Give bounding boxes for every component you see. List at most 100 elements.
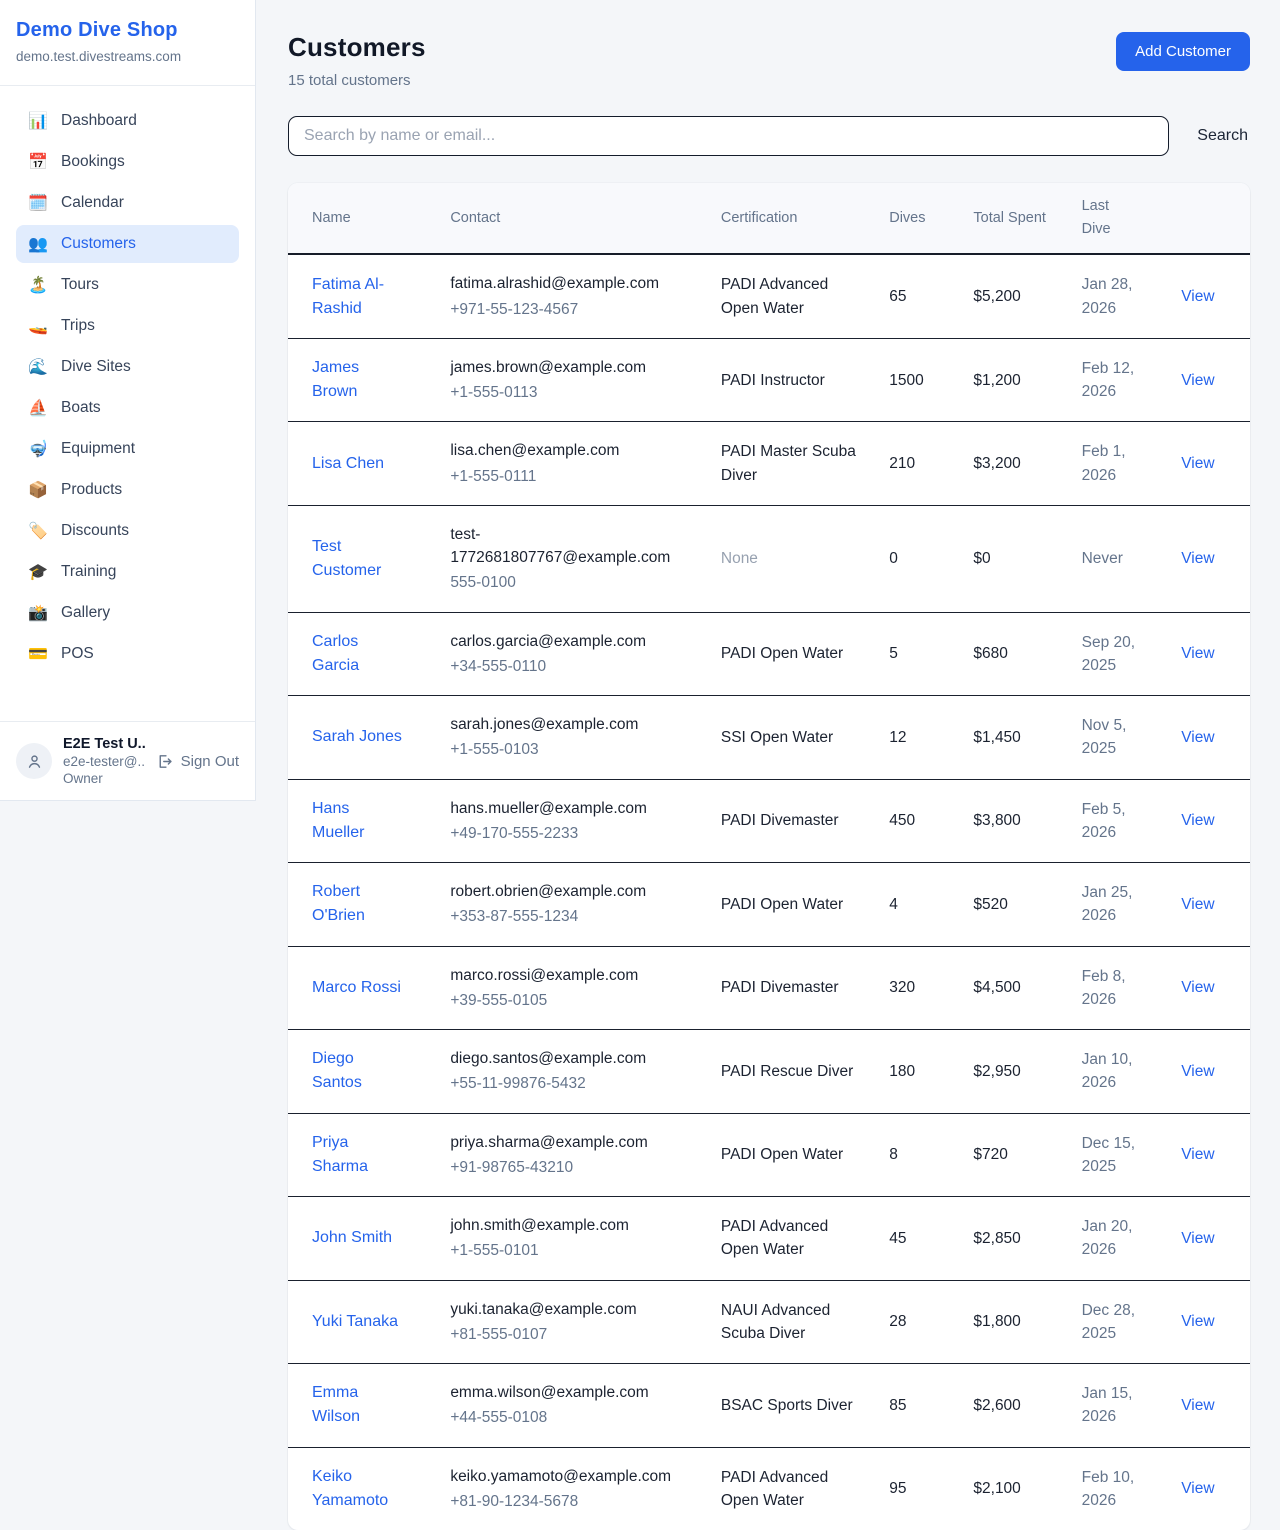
view-cell: View <box>1154 946 1250 1030</box>
dives-cell: 450 <box>877 779 961 863</box>
search-input[interactable] <box>288 116 1169 156</box>
training-gradcap-icon: 🎓 <box>28 562 48 582</box>
customer-name-link[interactable]: Diego Santos <box>312 1050 362 1091</box>
customer-name-link[interactable]: Emma Wilson <box>312 1384 360 1425</box>
customer-name-link[interactable]: John Smith <box>312 1229 392 1246</box>
sidebar-item-discounts[interactable]: 🏷️ Discounts <box>16 512 239 550</box>
customer-phone: 555-0100 <box>450 571 697 594</box>
certification-cell: PADI Open Water <box>709 863 877 947</box>
sidebar-item-gallery[interactable]: 📸 Gallery <box>16 594 239 632</box>
customer-name-link[interactable]: Lisa Chen <box>312 455 384 472</box>
sidebar-item-customers[interactable]: 👥 Customers <box>16 225 239 263</box>
sign-out-button[interactable]: Sign Out <box>156 753 239 770</box>
view-link[interactable]: View <box>1181 979 1214 996</box>
sign-out-icon <box>156 753 173 770</box>
sidebar-item-label: Discounts <box>61 522 129 540</box>
customer-email: keiko.yamamoto@example.com <box>450 1465 697 1488</box>
customer-email: fatima.alrashid@example.com <box>450 272 697 295</box>
last-dive-cell: Jan 15, 2026 <box>1070 1364 1154 1448</box>
view-link[interactable]: View <box>1181 455 1214 472</box>
name-cell: Carlos Garcia <box>288 612 438 696</box>
view-link[interactable]: View <box>1181 1063 1214 1080</box>
table-row: Hans Mueller hans.mueller@example.com +4… <box>288 779 1250 863</box>
last-dive-cell: Nov 5, 2025 <box>1070 696 1154 780</box>
customer-phone: +81-90-1234-5678 <box>450 1490 697 1513</box>
customer-phone: +81-555-0107 <box>450 1323 697 1346</box>
contact-cell: lisa.chen@example.com +1-555-0111 <box>438 422 709 506</box>
last-dive-cell: Dec 28, 2025 <box>1070 1280 1154 1364</box>
customer-email: john.smith@example.com <box>450 1214 697 1237</box>
view-cell: View <box>1154 1030 1250 1114</box>
customer-email: marco.rossi@example.com <box>450 964 697 987</box>
contact-cell: test-1772681807767@example.com 555-0100 <box>438 505 709 612</box>
customer-name-link[interactable]: Keiko Yamamoto <box>312 1468 388 1509</box>
total-spent-cell: $520 <box>961 863 1069 947</box>
view-link[interactable]: View <box>1181 1397 1214 1414</box>
add-customer-button[interactable]: Add Customer <box>1116 32 1250 71</box>
view-link[interactable]: View <box>1181 288 1214 305</box>
view-link[interactable]: View <box>1181 1480 1214 1497</box>
dives-cell: 5 <box>877 612 961 696</box>
sidebar-item-training[interactable]: 🎓 Training <box>16 553 239 591</box>
customer-name-link[interactable]: Test Customer <box>312 538 381 579</box>
customer-name-link[interactable]: James Brown <box>312 359 359 400</box>
sidebar-item-tours[interactable]: 🏝️ Tours <box>16 266 239 304</box>
sidebar-item-boats[interactable]: ⛵ Boats <box>16 389 239 427</box>
sidebar-item-equipment[interactable]: 🤿 Equipment <box>16 430 239 468</box>
sidebar-item-label: Dashboard <box>61 112 137 130</box>
view-cell: View <box>1154 779 1250 863</box>
total-spent-cell: $720 <box>961 1113 1069 1197</box>
table-row: Fatima Al-Rashid fatima.alrashid@example… <box>288 254 1250 338</box>
view-link[interactable]: View <box>1181 372 1214 389</box>
dive-sites-wave-icon: 🌊 <box>28 357 48 377</box>
dives-cell: 210 <box>877 422 961 506</box>
last-dive-cell: Feb 1, 2026 <box>1070 422 1154 506</box>
last-dive-cell: Feb 10, 2026 <box>1070 1447 1154 1530</box>
search-button[interactable]: Search <box>1195 123 1250 149</box>
sidebar-item-dive-sites[interactable]: 🌊 Dive Sites <box>16 348 239 386</box>
view-link[interactable]: View <box>1181 729 1214 746</box>
view-link[interactable]: View <box>1181 896 1214 913</box>
sidebar-item-products[interactable]: 📦 Products <box>16 471 239 509</box>
customer-name-link[interactable]: Carlos Garcia <box>312 633 359 674</box>
certification-cell: PADI Advanced Open Water <box>709 254 877 338</box>
sidebar-item-calendar[interactable]: 🗓️ Calendar <box>16 184 239 222</box>
view-link[interactable]: View <box>1181 812 1214 829</box>
total-spent-cell: $1,450 <box>961 696 1069 780</box>
view-link[interactable]: View <box>1181 1146 1214 1163</box>
sidebar-item-bookings[interactable]: 📅 Bookings <box>16 143 239 181</box>
view-link[interactable]: View <box>1181 1230 1214 1247</box>
customer-name-link[interactable]: Fatima Al-Rashid <box>312 276 384 317</box>
name-cell: Sarah Jones <box>288 696 438 780</box>
sidebar-item-dashboard[interactable]: 📊 Dashboard <box>16 102 239 140</box>
sidebar-item-label: POS <box>61 645 94 663</box>
contact-cell: yuki.tanaka@example.com +81-555-0107 <box>438 1280 709 1364</box>
customer-name-link[interactable]: Robert O'Brien <box>312 883 365 924</box>
view-link[interactable]: View <box>1181 645 1214 662</box>
sidebar-header: Demo Dive Shop demo.test.divestreams.com <box>0 0 255 86</box>
sidebar-item-trips[interactable]: 🚤 Trips <box>16 307 239 345</box>
view-link[interactable]: View <box>1181 1313 1214 1330</box>
total-spent-cell: $3,800 <box>961 779 1069 863</box>
customer-name-link[interactable]: Priya Sharma <box>312 1134 368 1175</box>
total-spent-cell: $2,600 <box>961 1364 1069 1448</box>
customer-email: robert.obrien@example.com <box>450 880 697 903</box>
dives-cell: 65 <box>877 254 961 338</box>
customer-email: james.brown@example.com <box>450 356 697 379</box>
name-cell: Fatima Al-Rashid <box>288 254 438 338</box>
last-dive-cell: Sep 20, 2025 <box>1070 612 1154 696</box>
customer-phone: +353-87-555-1234 <box>450 905 697 928</box>
certification-cell: PADI Divemaster <box>709 946 877 1030</box>
customer-name-link[interactable]: Yuki Tanaka <box>312 1313 398 1330</box>
view-link[interactable]: View <box>1181 550 1214 567</box>
dives-cell: 320 <box>877 946 961 1030</box>
customer-name-link[interactable]: Marco Rossi <box>312 979 401 996</box>
sidebar-item-pos[interactable]: 💳 POS <box>16 635 239 673</box>
customer-email: yuki.tanaka@example.com <box>450 1298 697 1321</box>
total-spent-cell: $1,800 <box>961 1280 1069 1364</box>
column-header-actions <box>1154 183 1250 254</box>
customer-phone: +34-555-0110 <box>450 655 697 678</box>
certification-cell: PADI Master Scuba Diver <box>709 422 877 506</box>
customer-name-link[interactable]: Hans Mueller <box>312 800 364 841</box>
customer-name-link[interactable]: Sarah Jones <box>312 728 402 745</box>
